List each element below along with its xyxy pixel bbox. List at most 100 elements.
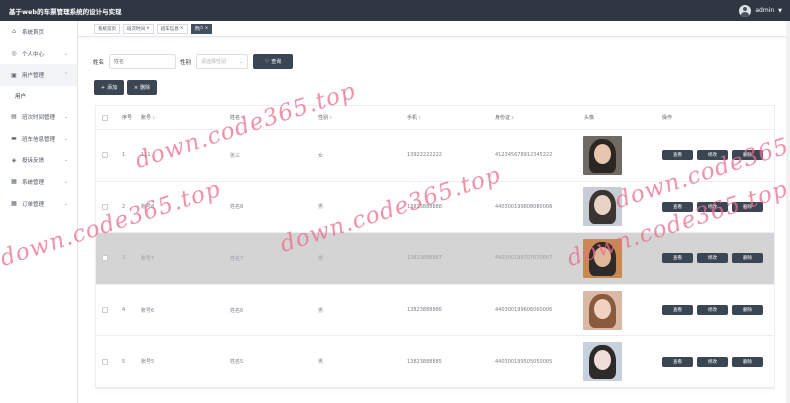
app-title: 基于web的车票管理系统的设计与实现	[9, 7, 122, 16]
sidebar-item-label: 用户管理	[22, 73, 45, 80]
name-label: 姓名	[93, 59, 105, 66]
view-button[interactable]: 查看	[662, 253, 693, 264]
sort-icon: ⇕	[511, 115, 515, 120]
edit-button[interactable]: 修改	[697, 356, 728, 367]
avatar[interactable]	[739, 4, 752, 17]
search-form: 姓名 性别 请选择性别 ⌄ ♡ 查询	[93, 54, 294, 69]
column-header-gender[interactable]: 性别⇕	[318, 114, 332, 121]
scrollbar[interactable]	[786, 21, 790, 403]
avatar-photo	[583, 238, 622, 278]
delete-row-button[interactable]: 删除	[732, 150, 763, 161]
sidebar-item-profile[interactable]: ◎ 个人中心 ⌄	[0, 43, 77, 65]
table-row[interactable]: 2 账号8 姓名8 男 13823888888 440300199808080008 查看修…	[96, 182, 774, 234]
chevron-down-icon: ⌄	[63, 157, 68, 164]
sidebar-item-bus-info[interactable]: ▬ 班车信息管理 ⌄	[0, 128, 77, 150]
table-row[interactable]: 5 账号5 姓名5 男 13823888885 440300199505050005 查看修…	[96, 336, 774, 388]
cell-id-card: 440300199505050005	[495, 358, 553, 365]
close-icon[interactable]: ×	[205, 26, 209, 31]
table-row[interactable]: 4 账号6 姓名6 男 13823888886 440300199606060006 查看修…	[96, 285, 774, 337]
sidebar-item-orders[interactable]: ▦ 订单管理 ⌄	[0, 193, 77, 215]
close-icon: ×	[133, 84, 139, 91]
tab-label: 班次时间	[127, 26, 145, 32]
column-header-photo: 头像	[584, 115, 595, 121]
tab-user[interactable]: 用户 ×	[190, 23, 213, 34]
delete-button[interactable]: × 删除	[127, 80, 157, 95]
view-button[interactable]: 查看	[662, 201, 693, 212]
view-button[interactable]: 查看	[662, 150, 693, 161]
sidebar: ⌂ 系统首页 ◎ 个人中心 ⌄ ▣ 用户管理 ⌃ 用户 ▤ 班次时间管理 ⌄ ▬…	[0, 21, 78, 403]
delete-row-button[interactable]: 删除	[732, 305, 763, 316]
name-input[interactable]	[109, 54, 177, 69]
close-icon[interactable]: ×	[180, 26, 184, 31]
tab-label: 用户	[194, 26, 204, 32]
bus-icon: ▬	[11, 135, 17, 143]
sidebar-item-schedule[interactable]: ▤ 班次时间管理 ⌄	[0, 106, 77, 128]
cell-id-card: 440300199606060006	[495, 307, 553, 314]
sidebar-item-system[interactable]: ▦ 系统管理 ⌄	[0, 171, 77, 193]
chevron-down-icon: ⌄	[63, 50, 68, 57]
tab-bus-info[interactable]: 班车信息 ×	[156, 23, 188, 34]
delete-row-button[interactable]: 删除	[732, 253, 763, 264]
add-label: 添加	[107, 85, 118, 91]
column-header-name[interactable]: 姓名⇕	[230, 114, 244, 121]
tab-home[interactable]: 系统首页	[94, 23, 120, 34]
cell-phone: 13823888887	[407, 255, 442, 262]
chevron-down-icon: ⌄	[63, 200, 68, 207]
list-icon: ▤	[11, 113, 17, 121]
cell-index: 4	[122, 307, 126, 314]
cell-name: 张三	[230, 152, 241, 159]
query-button[interactable]: ♡ 查询	[253, 54, 294, 69]
cell-phone: 13823888888	[407, 203, 442, 210]
sidebar-item-user-management[interactable]: ▣ 用户管理 ⌃	[0, 64, 77, 87]
table-row[interactable]: 1 111 张三女 13922222222 412345678912345222 查看 修改…	[96, 130, 774, 182]
column-header-index: 序号	[122, 115, 133, 121]
view-button[interactable]: 查看	[662, 305, 693, 316]
sidebar-item-home[interactable]: ⌂ 系统首页	[0, 21, 77, 43]
delete-row-button[interactable]: 删除	[732, 201, 763, 212]
main-content: 系统首页 班次时间× 班车信息× 用户× 姓名 性别 请选择性别 ⌄ ♡ 查询 …	[78, 21, 790, 403]
column-header-account[interactable]: 账号⇕	[141, 114, 155, 121]
column-header-phone[interactable]: 手机⇕	[407, 114, 421, 121]
delete-label: 删除	[140, 85, 151, 91]
row-checkbox[interactable]	[102, 255, 108, 262]
chevron-down-icon: ⌄	[63, 113, 68, 120]
sidebar-item-label: 系统管理	[22, 179, 45, 186]
sidebar-subitem-user[interactable]: 用户	[0, 86, 77, 107]
column-header-id-card[interactable]: 身份证⇕	[495, 114, 514, 121]
cell-account: 账号7	[141, 255, 155, 262]
add-button[interactable]: + 添加	[94, 80, 124, 95]
tab-schedule[interactable]: 班次时间 ×	[123, 23, 154, 34]
chevron-down-icon: ⌄	[238, 58, 244, 65]
edit-button[interactable]: 修改	[697, 253, 728, 264]
table-row[interactable]: 3 账号7 姓名7 男 13823888887 440300199707070007 查看修…	[96, 233, 774, 285]
user-menu[interactable]: admin ▼	[739, 4, 782, 17]
delete-row-button[interactable]: 删除	[732, 356, 763, 367]
row-actions: 查看 修改 删除	[662, 356, 763, 367]
avatar-photo	[583, 342, 622, 382]
select-all-checkbox[interactable]	[102, 114, 108, 121]
sidebar-item-feedback[interactable]: ◈ 投诉反馈 ⌄	[0, 149, 77, 171]
grid-icon: ▦	[11, 178, 17, 186]
edit-button[interactable]: 修改	[697, 305, 728, 316]
row-checkbox[interactable]	[102, 307, 108, 314]
edit-button[interactable]: 修改	[697, 150, 728, 161]
cell-gender: 男	[318, 307, 324, 314]
gender-select[interactable]: 请选择性别 ⌄	[196, 54, 249, 69]
close-icon[interactable]: ×	[146, 26, 150, 31]
sort-icon: ⇕	[329, 115, 333, 120]
view-button[interactable]: 查看	[662, 356, 693, 367]
edit-button[interactable]: 修改	[697, 201, 728, 212]
search-icon: ♡	[264, 58, 270, 65]
row-checkbox[interactable]	[102, 358, 108, 365]
tag-bar: 系统首页 班次时间 × 班车信息 × 用户 ×	[78, 21, 790, 37]
query-label: 查询	[271, 59, 282, 65]
cell-account: 账号8	[141, 204, 155, 211]
row-checkbox[interactable]	[102, 152, 108, 159]
caret-down-icon[interactable]: ▼	[778, 8, 782, 14]
username[interactable]: admin	[755, 7, 774, 14]
cell-index: 2	[122, 203, 126, 210]
row-checkbox[interactable]	[102, 203, 108, 210]
cell-index: 5	[122, 358, 126, 365]
cell-index: 3	[122, 255, 126, 262]
column-label: 性别	[318, 115, 329, 121]
